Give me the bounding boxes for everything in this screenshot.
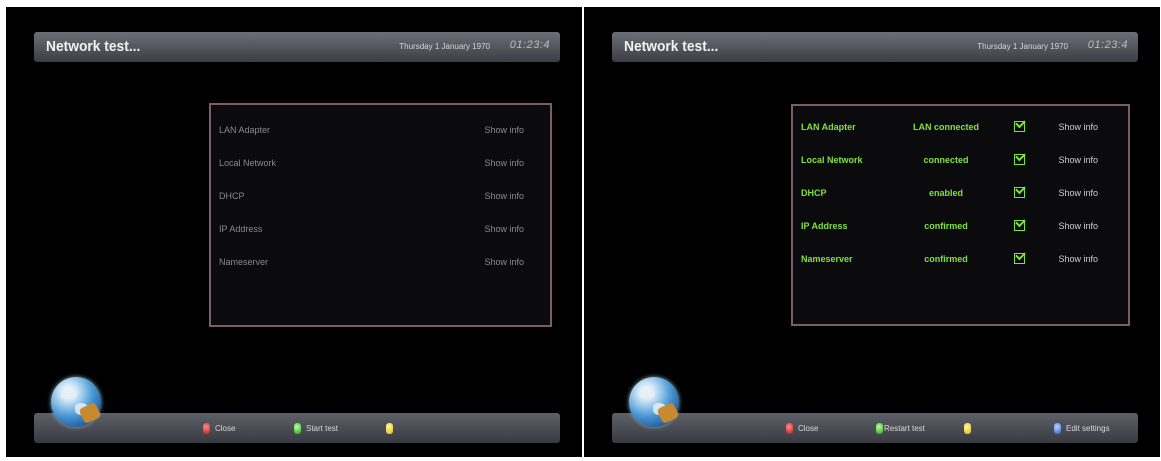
checkbox-checked-icon xyxy=(1014,220,1025,231)
test-row-nameserver[interactable]: Nameserver confirmed Show info xyxy=(793,252,1128,268)
test-label: DHCP xyxy=(801,188,827,198)
test-label: DHCP xyxy=(219,191,245,201)
test-row-ip-address[interactable]: IP Address Show info xyxy=(211,222,550,238)
title-bar: Network test... Thursday 1 January 1970 … xyxy=(612,32,1138,62)
test-label: IP Address xyxy=(801,221,848,231)
show-info-link[interactable]: Show info xyxy=(1058,155,1098,165)
yellow-key-icon xyxy=(964,423,971,434)
green-key-icon xyxy=(876,423,883,434)
show-info-link[interactable]: Show info xyxy=(1058,221,1098,231)
show-info-link[interactable]: Show info xyxy=(1058,188,1098,198)
test-results-panel: LAN Adapter LAN connected Show info Loca… xyxy=(791,104,1130,326)
test-status: connected xyxy=(923,155,969,165)
checkbox-checked-icon xyxy=(1014,154,1025,165)
show-info-link[interactable]: Show info xyxy=(1058,254,1098,264)
show-info-link[interactable]: Show info xyxy=(484,257,524,267)
test-status: confirmed xyxy=(924,221,968,231)
test-row-dhcp[interactable]: DHCP enabled Show info xyxy=(793,186,1128,202)
test-label: LAN Adapter xyxy=(219,125,271,135)
test-row-local-network[interactable]: Local Network Show info xyxy=(211,156,550,172)
date-label: Thursday 1 January 1970 xyxy=(399,42,490,51)
date-label: Thursday 1 January 1970 xyxy=(977,42,1068,51)
test-row-ip-address[interactable]: IP Address confirmed Show info xyxy=(793,219,1128,235)
page-title: Network test... xyxy=(46,38,141,55)
red-key-icon xyxy=(203,423,210,434)
show-info-link[interactable]: Show info xyxy=(1058,122,1098,132)
close-label: Close xyxy=(798,424,819,433)
blue-key-icon xyxy=(1054,423,1061,434)
button-bar: Close Start test xyxy=(34,413,560,443)
network-test-screen-after: Network test... Thursday 1 January 1970 … xyxy=(584,7,1160,457)
red-key-icon xyxy=(786,423,793,434)
edit-settings-label: Edit settings xyxy=(1066,424,1110,433)
test-row-local-network[interactable]: Local Network connected Show info xyxy=(793,153,1128,169)
test-label: Nameserver xyxy=(801,254,853,264)
test-label: Nameserver xyxy=(219,257,269,267)
green-key-icon xyxy=(294,423,301,434)
close-label: Close xyxy=(215,424,236,433)
yellow-key-icon xyxy=(386,423,393,434)
checkbox-checked-icon xyxy=(1014,187,1025,198)
test-label: Local Network xyxy=(219,158,277,168)
restart-test-label: Restart test xyxy=(884,424,925,433)
title-bar: Network test... Thursday 1 January 1970 … xyxy=(34,32,560,62)
test-status: confirmed xyxy=(924,254,968,264)
checkbox-checked-icon xyxy=(1014,121,1025,132)
show-info-link[interactable]: Show info xyxy=(484,224,524,234)
show-info-link[interactable]: Show info xyxy=(484,191,524,201)
button-bar: Close Restart test Edit settings xyxy=(612,413,1138,443)
test-list-panel: LAN Adapter Show info Local Network Show… xyxy=(209,103,552,327)
network-globe-icon xyxy=(51,377,102,427)
page-title: Network test... xyxy=(624,38,719,55)
test-row-lan-adapter[interactable]: LAN Adapter LAN connected Show info xyxy=(793,120,1128,136)
test-label: LAN Adapter xyxy=(801,122,856,132)
network-globe-icon xyxy=(629,377,680,427)
start-test-label: Start test xyxy=(306,424,339,433)
clock: 01:23:4 xyxy=(1087,39,1128,51)
test-row-lan-adapter[interactable]: LAN Adapter Show info xyxy=(211,123,550,139)
show-info-link[interactable]: Show info xyxy=(484,158,524,168)
test-label: IP Address xyxy=(219,224,263,234)
test-label: Local Network xyxy=(801,155,863,165)
test-status: LAN connected xyxy=(912,122,979,132)
test-status: enabled xyxy=(928,188,963,198)
network-test-screen-before: Network test... Thursday 1 January 1970 … xyxy=(6,7,582,457)
show-info-link[interactable]: Show info xyxy=(484,125,524,135)
checkbox-checked-icon xyxy=(1014,253,1025,264)
test-row-dhcp[interactable]: DHCP Show info xyxy=(211,189,550,205)
test-row-nameserver[interactable]: Nameserver Show info xyxy=(211,255,550,271)
clock: 01:23:4 xyxy=(509,39,550,51)
